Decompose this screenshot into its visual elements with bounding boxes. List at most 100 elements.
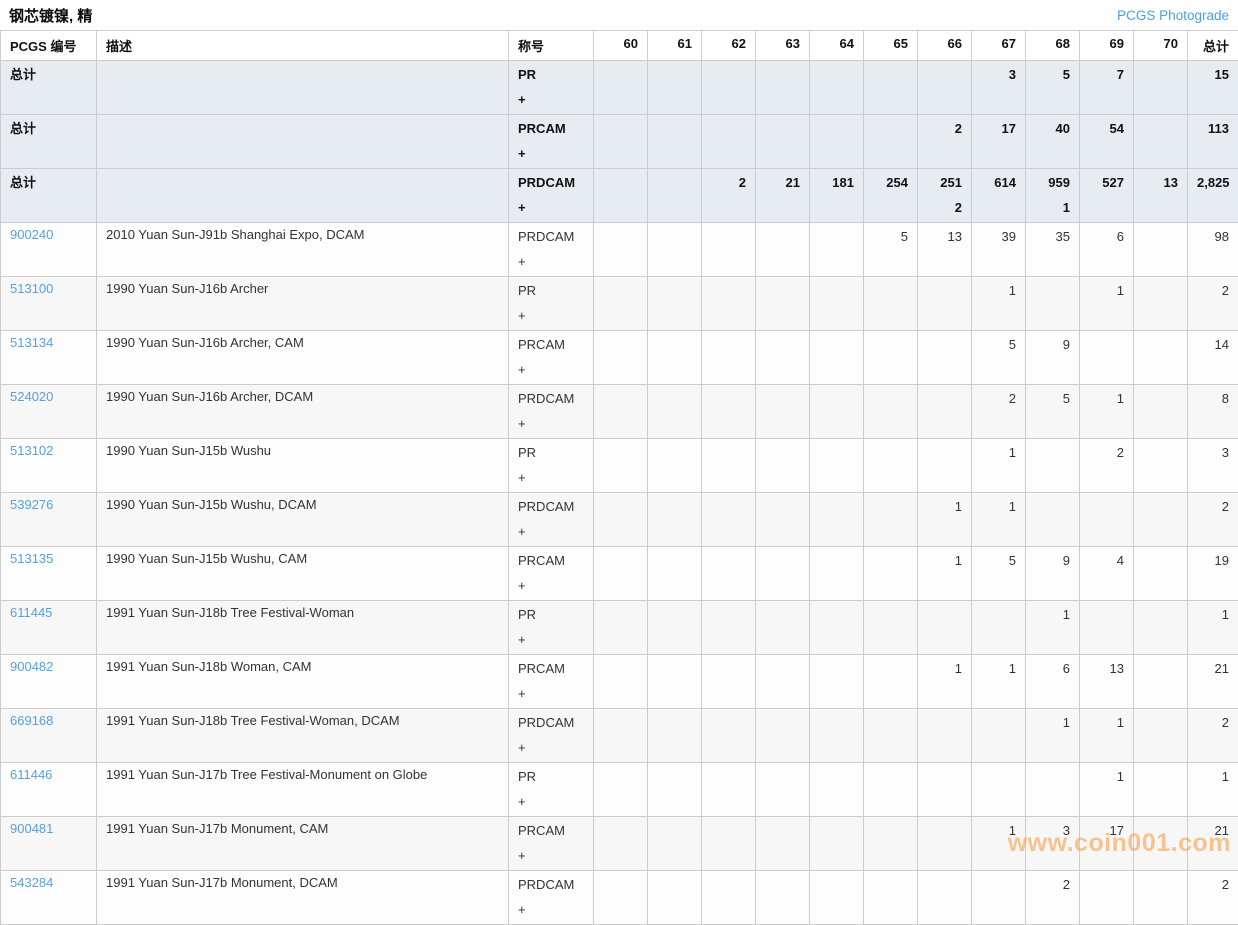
designation-value: PRCAM: [518, 659, 584, 679]
description-cell: 1990 Yuan Sun-J16b Archer, DCAM: [97, 385, 509, 439]
grade-65-cell: 5: [864, 223, 918, 277]
pcgs-number-link[interactable]: 513135: [10, 551, 53, 566]
total-cell: 15: [1188, 61, 1238, 115]
grade-count: [603, 713, 638, 733]
total-count: 1: [1197, 605, 1229, 625]
grade-61-cell: [648, 115, 702, 169]
plus-symbol: +: [518, 900, 584, 920]
pcgs-number-link[interactable]: 900481: [10, 821, 53, 836]
grade-65-cell: [864, 115, 918, 169]
pcgs-number-link[interactable]: 900240: [10, 227, 53, 242]
grade-count: [765, 443, 800, 463]
grade-63-cell: 21: [756, 169, 810, 223]
pcgs-number-cell: 611445: [1, 601, 97, 655]
col-header-grade-65: 65: [864, 31, 918, 61]
grade-count: 1: [1089, 389, 1124, 409]
grade-count: [819, 713, 854, 733]
grade-61-cell: [648, 763, 702, 817]
grade-67-cell: 1: [972, 817, 1026, 871]
grade-count: [927, 713, 962, 733]
grade-count: [765, 281, 800, 301]
pcgs-number-link[interactable]: 513134: [10, 335, 53, 350]
grade-count: [603, 65, 638, 85]
grade-67-cell: 614: [972, 169, 1026, 223]
grade-count: 3: [981, 65, 1016, 85]
grade-62-cell: [702, 61, 756, 115]
grade-count: [873, 443, 908, 463]
pcgs-number-link[interactable]: 524020: [10, 389, 53, 404]
grade-66-cell: [918, 817, 972, 871]
grade-count: [603, 335, 638, 355]
grade-62-cell: [702, 817, 756, 871]
grade-60-cell: [594, 493, 648, 547]
grade-67-cell: [972, 709, 1026, 763]
grade-count: [603, 389, 638, 409]
grade-count: [765, 551, 800, 571]
grade-count: [765, 497, 800, 517]
designation-cell: PRCAM+: [509, 115, 594, 169]
grade-count: [603, 497, 638, 517]
grade-count: 5: [1035, 389, 1070, 409]
grade-count: 54: [1089, 119, 1124, 139]
grade-70-cell: [1134, 547, 1188, 601]
grade-69-cell: 1: [1080, 385, 1134, 439]
grade-70-cell: [1134, 277, 1188, 331]
plus-symbol: +: [518, 738, 584, 758]
plus-symbol: +: [518, 144, 584, 164]
col-header-total: 总计: [1188, 31, 1238, 61]
pcgs-number-link[interactable]: 611445: [10, 605, 52, 620]
plus-grade-count: [603, 198, 638, 218]
grade-61-cell: [648, 331, 702, 385]
plus-grade-count: [1089, 90, 1124, 110]
grade-69-cell: 1: [1080, 277, 1134, 331]
grade-60-cell: [594, 223, 648, 277]
grade-65-cell: [864, 277, 918, 331]
pcgs-number-link[interactable]: 669168: [10, 713, 53, 728]
grade-64-cell: [810, 601, 864, 655]
total-count: 113: [1197, 119, 1229, 139]
grade-64-cell: [810, 871, 864, 925]
plus-grade-count: [1035, 144, 1070, 164]
pcgs-number-link[interactable]: 539276: [10, 497, 53, 512]
population-table: PCGS 编号描述称号6061626364656667686970总计 总计PR…: [0, 30, 1238, 925]
grade-count: 40: [1035, 119, 1070, 139]
grade-count: 1: [981, 443, 1016, 463]
pcgs-photograde-link[interactable]: PCGS Photograde: [1117, 8, 1229, 23]
grade-68-cell: 1: [1026, 601, 1080, 655]
grade-count: [1035, 443, 1070, 463]
pcgs-number-link[interactable]: 543284: [10, 875, 53, 890]
grade-66-cell: [918, 61, 972, 115]
grade-68-cell: [1026, 277, 1080, 331]
pcgs-number-link[interactable]: 611446: [10, 767, 52, 782]
coin-row: 6691681991 Yuan Sun-J18b Tree Festival-W…: [1, 709, 1238, 763]
grade-count: 2: [927, 119, 962, 139]
col-header-grade-61: 61: [648, 31, 702, 61]
grade-60-cell: [594, 277, 648, 331]
grade-count: [819, 875, 854, 895]
grade-count: [765, 389, 800, 409]
grade-63-cell: [756, 871, 810, 925]
grade-count: [819, 389, 854, 409]
grade-count: 1: [1035, 605, 1070, 625]
plus-grade-count: [603, 90, 638, 110]
grade-count: [1143, 443, 1178, 463]
designation-cell: PRDCAM+: [509, 709, 594, 763]
designation-value: PR: [518, 443, 584, 463]
total-count: 2: [1197, 281, 1229, 301]
description-cell: [97, 61, 509, 115]
grade-count: 959: [1035, 173, 1070, 193]
pcgs-number-link[interactable]: 513102: [10, 443, 53, 458]
coin-row: 5432841991 Yuan Sun-J17b Monument, DCAMP…: [1, 871, 1238, 925]
pcgs-number-link[interactable]: 900482: [10, 659, 53, 674]
grade-61-cell: [648, 817, 702, 871]
description-cell: 2010 Yuan Sun-J91b Shanghai Expo, DCAM: [97, 223, 509, 277]
grade-count: [1143, 659, 1178, 679]
total-cell: 19: [1188, 547, 1238, 601]
grade-count: [711, 389, 746, 409]
grade-61-cell: [648, 655, 702, 709]
grade-65-cell: 254: [864, 169, 918, 223]
pcgs-number-link[interactable]: 513100: [10, 281, 53, 296]
coin-row: 9004811991 Yuan Sun-J17b Monument, CAMPR…: [1, 817, 1238, 871]
grade-60-cell: [594, 61, 648, 115]
plus-symbol: +: [518, 576, 584, 596]
